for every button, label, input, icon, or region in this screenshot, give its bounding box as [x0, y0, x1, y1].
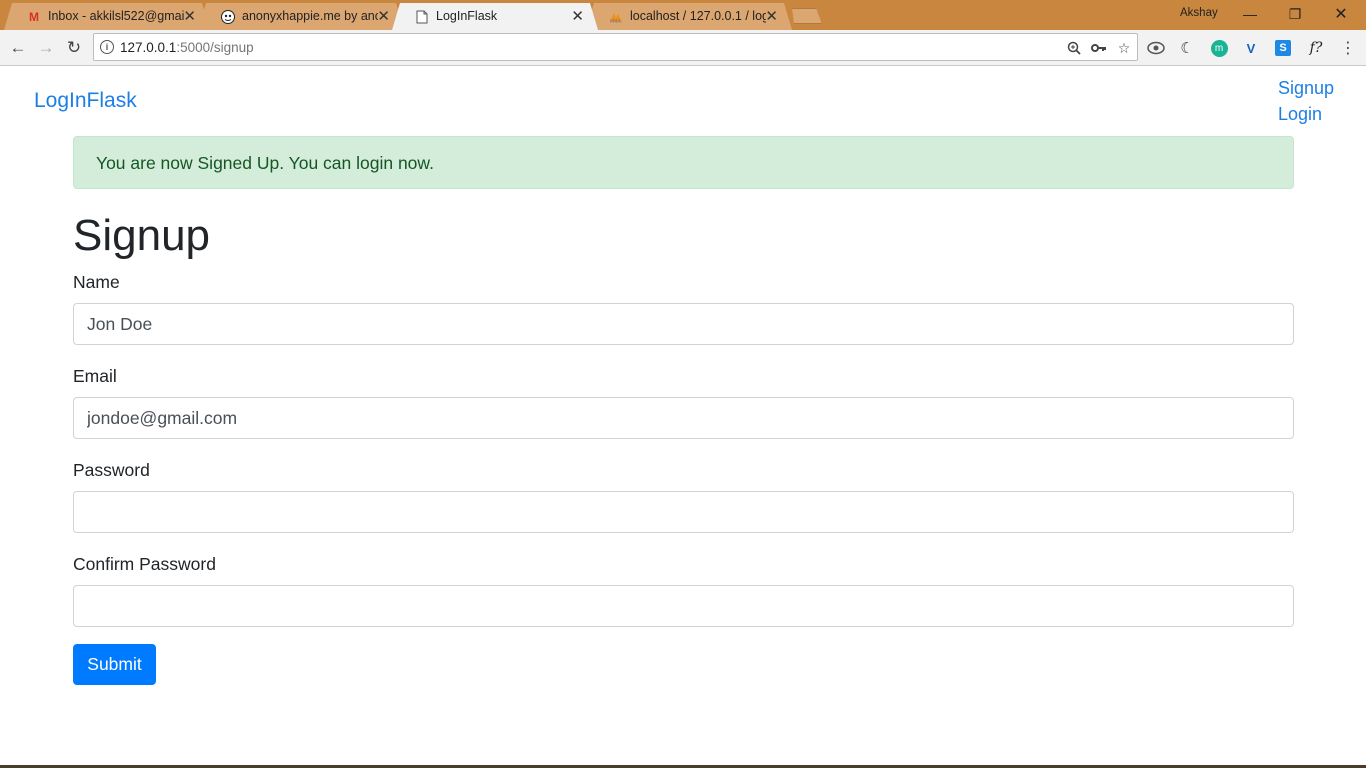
tab-phpmyadmin[interactable]: PMA localhost / 127.0.0.1 / log ✕	[586, 3, 792, 30]
new-tab-button[interactable]	[788, 8, 822, 24]
email-label: Email	[73, 366, 117, 386]
tab-title: LogInFlask	[436, 9, 498, 23]
phpmyadmin-icon: PMA	[608, 9, 624, 25]
password-label: Password	[73, 460, 150, 480]
confirm-password-label: Confirm Password	[73, 554, 216, 574]
gmail-icon: M	[29, 10, 39, 24]
url-text[interactable]: 127.0.0.1:5000/signup	[120, 40, 254, 55]
confirm-password-input[interactable]	[73, 585, 1294, 627]
reload-icon[interactable]: ↻	[62, 36, 86, 60]
page-title: Signup	[73, 211, 211, 260]
bookmark-star-icon[interactable]: ☆	[1115, 39, 1133, 57]
navbar-brand[interactable]: LogInFlask	[34, 89, 137, 113]
browser-toolbar: ← → ↻ i 127.0.0.1:5000/signup ☆ ☾ m V S …	[0, 30, 1366, 66]
close-tab-icon[interactable]: ✕	[571, 7, 584, 25]
nav-signup-link[interactable]: Signup	[1278, 78, 1334, 99]
close-tab-icon[interactable]: ✕	[377, 7, 390, 25]
tab-github[interactable]: anonyxhappie.me by anonyxhappie ✕	[198, 3, 404, 30]
email-input[interactable]	[73, 397, 1294, 439]
close-window-icon[interactable]: ✕	[1329, 4, 1353, 24]
tab-title: anonyxhappie.me by anonyxhappie	[242, 9, 375, 23]
back-icon[interactable]: ←	[6, 36, 30, 60]
minimize-icon[interactable]: —	[1238, 4, 1262, 24]
site-info-icon[interactable]: i	[100, 40, 114, 54]
submit-button[interactable]: Submit	[73, 644, 156, 685]
extension-eye-icon[interactable]	[1146, 38, 1166, 58]
key-icon[interactable]	[1090, 39, 1108, 57]
tab-title: Inbox - akkilsl522@gmail	[48, 9, 184, 23]
name-input[interactable]	[73, 303, 1294, 345]
zoom-icon[interactable]	[1065, 39, 1083, 57]
menu-icon[interactable]: ⋮	[1338, 38, 1358, 58]
nav-login-link[interactable]: Login	[1278, 104, 1322, 125]
profile-name[interactable]: Akshay	[1180, 7, 1218, 19]
extension-s-icon[interactable]: S	[1273, 38, 1293, 58]
tab-gmail[interactable]: M Inbox - akkilsl522@gmail ✕	[4, 3, 210, 30]
svg-text:PMA: PMA	[610, 19, 621, 24]
github-icon	[220, 9, 236, 25]
password-input[interactable]	[73, 491, 1294, 533]
extension-moon-icon[interactable]: ☾	[1177, 38, 1197, 58]
forward-icon[interactable]: →	[34, 36, 58, 60]
tab-loginflask[interactable]: LogInFlask ✕	[392, 3, 598, 30]
restore-icon[interactable]: ❐	[1283, 4, 1307, 24]
page-content: LogInFlask Signup Login You are now Sign…	[0, 67, 1366, 765]
address-bar[interactable]: i 127.0.0.1:5000/signup ☆	[93, 33, 1138, 61]
success-alert: You are now Signed Up. You can login now…	[73, 136, 1294, 189]
extension-v-icon[interactable]: V	[1241, 38, 1261, 58]
close-tab-icon[interactable]: ✕	[765, 7, 778, 25]
alert-message: You are now Signed Up. You can login now…	[96, 153, 434, 173]
close-tab-icon[interactable]: ✕	[183, 7, 196, 25]
page-icon	[414, 9, 430, 25]
tab-strip: M Inbox - akkilsl522@gmail ✕ anonyxhappi…	[0, 0, 1366, 30]
tab-title: localhost / 127.0.0.1 / log	[630, 9, 766, 23]
extension-f-icon[interactable]: f?	[1306, 38, 1326, 58]
extension-m-icon[interactable]: m	[1209, 38, 1229, 58]
name-label: Name	[73, 272, 120, 292]
